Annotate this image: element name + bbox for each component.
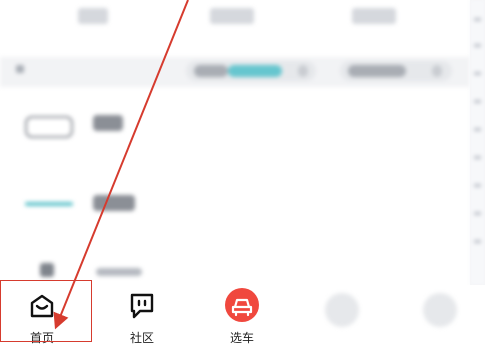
annotation-highlight-box [0, 280, 92, 342]
blurred-item-label-2[interactable] [93, 195, 135, 211]
nav-label-select-car: 选车 [229, 331, 254, 345]
blurred-filter-row [0, 57, 470, 87]
blurred-item-icon-2 [25, 202, 73, 206]
blurred-nav-icon-5[interactable] [423, 293, 457, 327]
nav-item-community[interactable]: 社区 [102, 285, 182, 355]
nav-item-select-car[interactable]: 选车 [202, 285, 282, 355]
blurred-item-icon-3 [40, 263, 54, 277]
blurred-right-strip [470, 0, 485, 285]
blurred-item-label-3[interactable] [96, 268, 142, 276]
nav-label-community: 社区 [129, 331, 154, 345]
blurred-nav-icon-4[interactable] [325, 293, 359, 327]
car-icon [225, 288, 259, 322]
blurred-item-icon-1 [25, 116, 73, 138]
blurred-tab-2[interactable] [210, 8, 254, 24]
blurred-tab-1[interactable] [78, 8, 108, 24]
message-square-icon [130, 293, 154, 319]
content-panel [0, 0, 470, 285]
blurred-filter-chip-2[interactable] [340, 61, 452, 81]
blurred-item-label-1[interactable] [93, 115, 123, 131]
blurred-filter-chip-1[interactable] [186, 61, 316, 81]
blurred-tab-3[interactable] [352, 8, 396, 24]
blurred-filter-marker [16, 65, 24, 73]
